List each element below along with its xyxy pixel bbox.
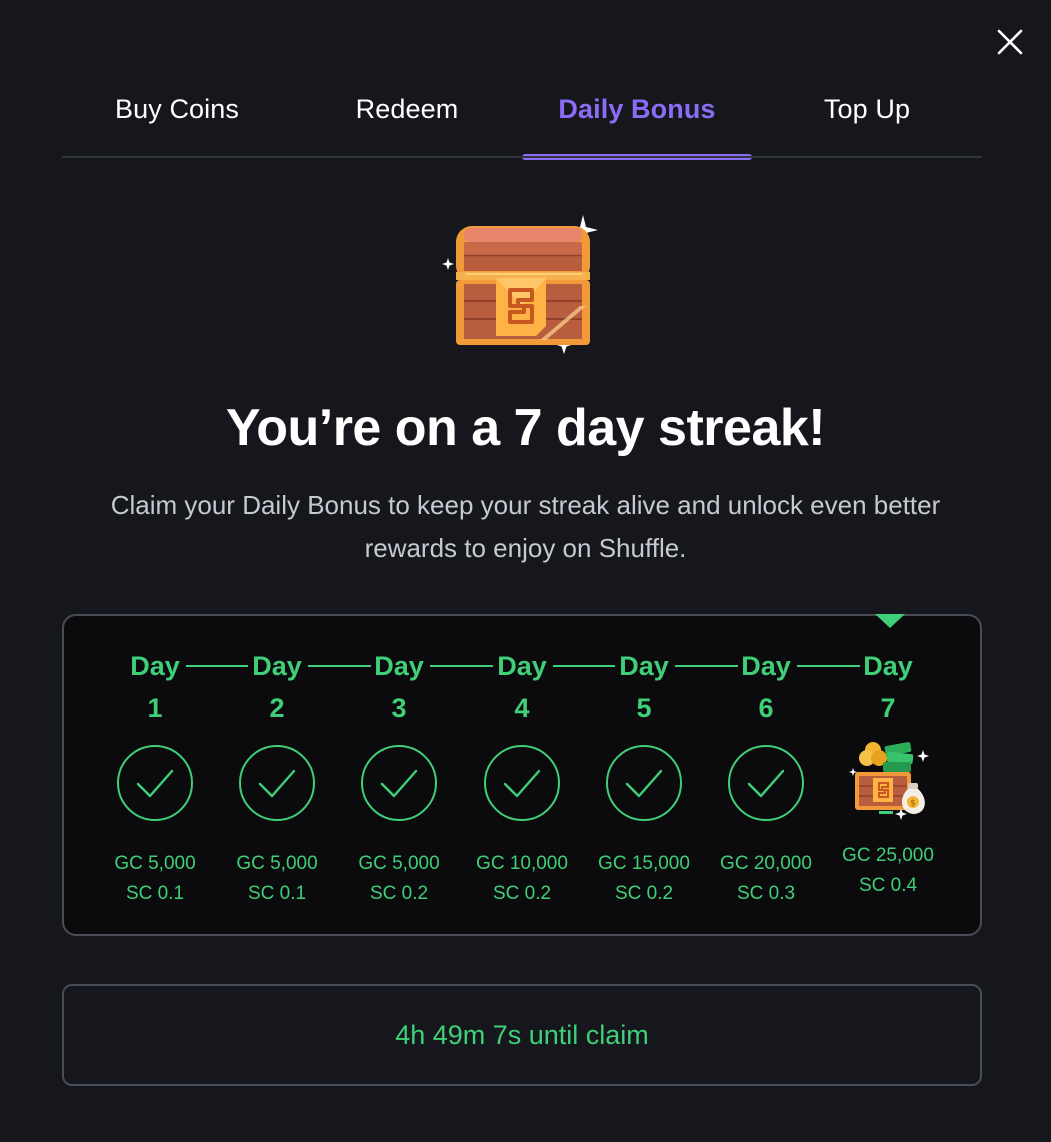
reward-sweeps-coins: SC 0.2 — [369, 883, 429, 904]
day-label: Day — [863, 651, 913, 681]
day-label: Day — [252, 651, 302, 681]
reward-sweeps-coins: SC 0.1 — [247, 883, 307, 904]
tab-divider — [62, 156, 982, 158]
day-label: Day — [741, 651, 791, 681]
reward-sweeps-coins: SC 0.2 — [492, 883, 552, 904]
streak-day-7: Day 7 $ GC 25,000 SC 0.4 — [828, 650, 948, 901]
tab-label: Daily Bonus — [558, 94, 716, 124]
check-circle-icon — [484, 745, 560, 821]
treasure-chest-icon — [442, 215, 598, 354]
day-label: Day — [619, 651, 669, 681]
streak-day-2: Day 2 GC 5,000 SC 0.1 — [217, 650, 337, 909]
check-circle-icon — [728, 745, 804, 821]
day-number: 6 — [758, 693, 774, 723]
claim-countdown-text: 4h 49m 7s until claim — [395, 1019, 649, 1050]
tab-buy-coins[interactable]: Buy Coins — [62, 70, 292, 160]
tab-label: Buy Coins — [115, 94, 239, 124]
claim-countdown-button[interactable]: 4h 49m 7s until claim — [62, 984, 982, 1086]
tab-bar: Buy Coins Redeem Daily Bonus Top Up — [62, 70, 982, 160]
reward-sweeps-coins: SC 0.4 — [858, 875, 918, 896]
svg-text:$: $ — [910, 799, 916, 809]
tab-top-up[interactable]: Top Up — [752, 70, 982, 160]
close-icon[interactable] — [994, 26, 1026, 58]
streak-day-1: Day 1 GC 5,000 SC 0.1 — [95, 650, 215, 909]
day-number: 7 — [880, 693, 896, 723]
day-number: 1 — [147, 693, 163, 723]
reward-gold-coins: GC 5,000 — [236, 853, 318, 874]
day-number: 4 — [514, 693, 530, 723]
reward-sweeps-coins: SC 0.2 — [614, 883, 674, 904]
streak-day-4: Day 4 GC 10,000 SC 0.2 — [462, 650, 582, 909]
reward-gold-coins: GC 20,000 — [720, 853, 812, 874]
day-label: Day — [374, 651, 424, 681]
reward-gold-coins: GC 15,000 — [598, 853, 690, 874]
streak-day-3: Day 3 GC 5,000 SC 0.2 — [339, 650, 459, 909]
day-label: Day — [130, 651, 180, 681]
treasure-reward-icon: $ — [849, 742, 929, 820]
day-number: 3 — [391, 693, 407, 723]
reward-gold-coins: GC 5,000 — [358, 853, 440, 874]
tab-redeem[interactable]: Redeem — [292, 70, 522, 160]
day-number: 2 — [269, 693, 285, 723]
streak-day-6: Day 6 GC 20,000 SC 0.3 — [706, 650, 826, 909]
check-circle-icon — [361, 745, 437, 821]
reward-sweeps-coins: SC 0.1 — [125, 883, 185, 904]
tab-label: Top Up — [823, 94, 911, 124]
daily-bonus-modal: Buy Coins Redeem Daily Bonus Top Up You’… — [0, 0, 1051, 1142]
check-circle-icon — [239, 745, 315, 821]
streak-headline: You’re on a 7 day streak! — [225, 399, 826, 457]
reward-sweeps-coins: SC 0.3 — [736, 883, 796, 904]
streak-day-5: Day 5 GC 15,000 SC 0.2 — [584, 650, 704, 909]
tab-label: Redeem — [355, 94, 459, 124]
reward-gold-coins: GC 5,000 — [114, 853, 196, 874]
tab-daily-bonus[interactable]: Daily Bonus — [522, 70, 752, 160]
check-circle-icon — [606, 745, 682, 821]
reward-gold-coins: GC 25,000 — [842, 845, 934, 866]
reward-gold-coins: GC 10,000 — [476, 853, 568, 874]
check-circle-icon — [117, 745, 193, 821]
streak-description: Claim your Daily Bonus to keep your stre… — [110, 490, 941, 563]
streak-tracker: Day 1 GC 5,000 SC 0.1 Day 2 GC 5,000 SC … — [62, 614, 982, 936]
day-number: 5 — [636, 693, 652, 723]
day-label: Day — [497, 651, 547, 681]
current-day-pointer — [875, 614, 905, 628]
